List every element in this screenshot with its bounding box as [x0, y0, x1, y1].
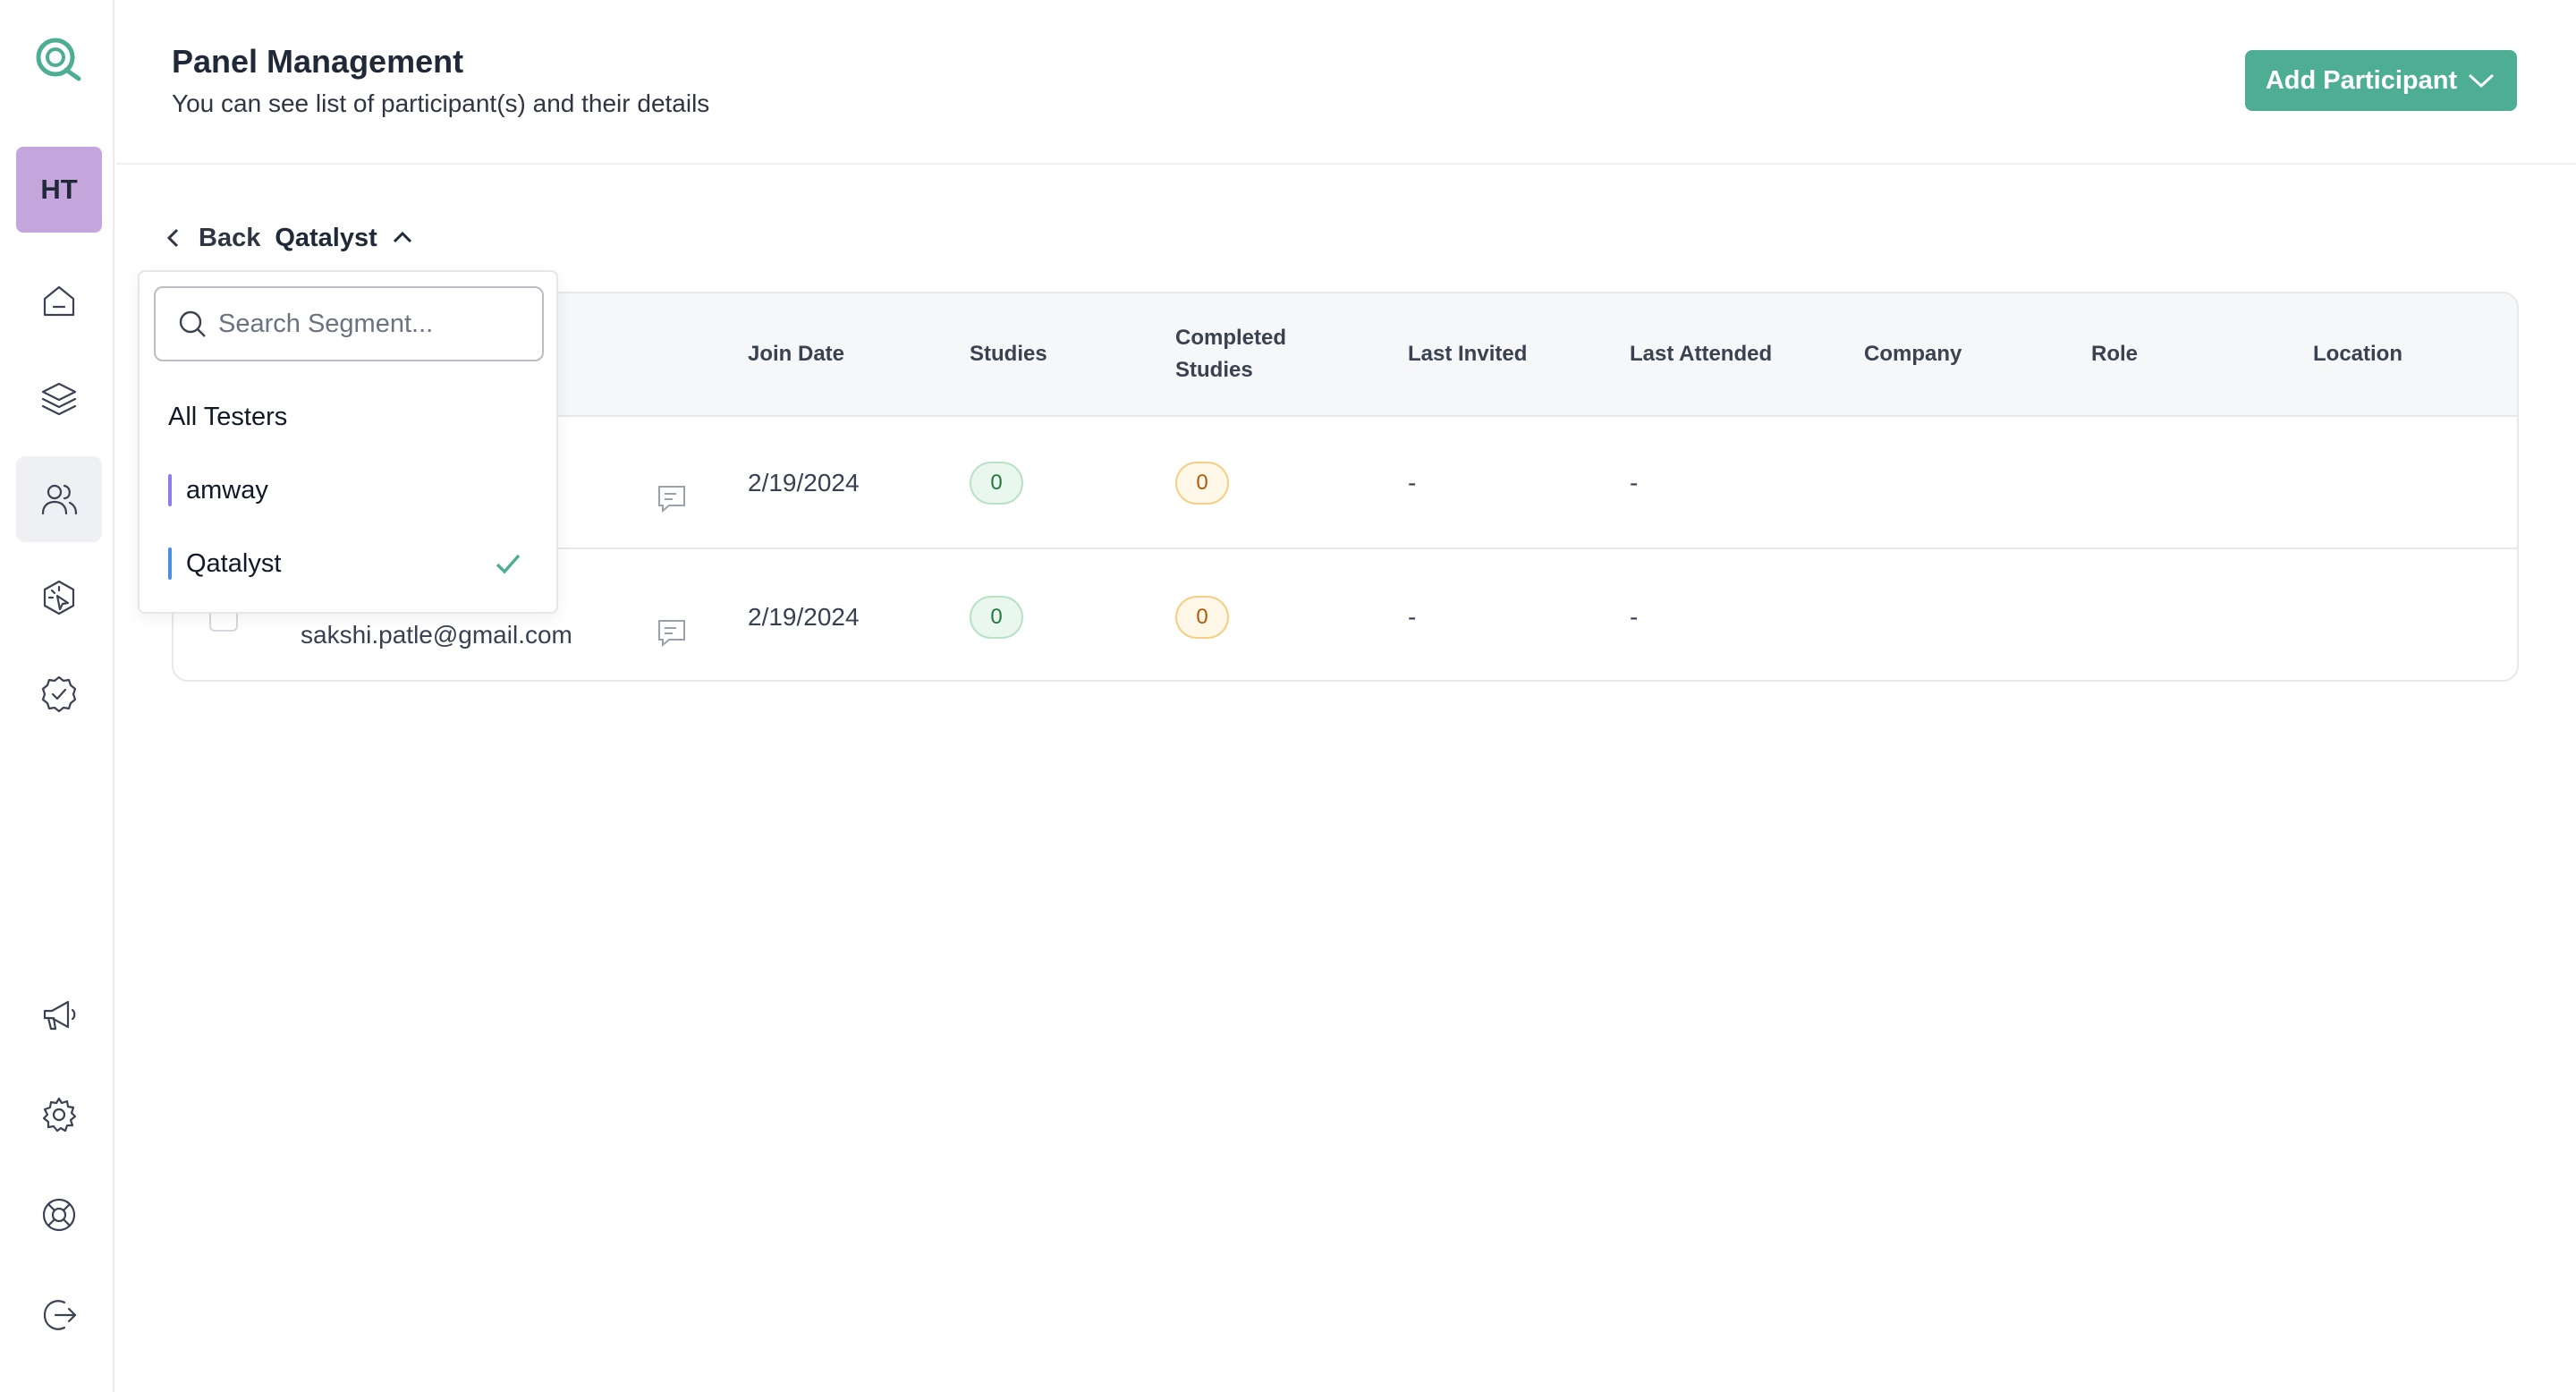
app-logo-icon[interactable]	[32, 34, 82, 84]
check-icon	[492, 547, 524, 580]
add-participant-label: Add Participant	[2265, 65, 2458, 95]
segment-option-amway[interactable]: amway	[140, 454, 556, 526]
sidebar-item-help[interactable]	[16, 1172, 102, 1258]
chevron-down-icon	[2469, 73, 2495, 89]
col-last-invited[interactable]: Last Invited	[1408, 338, 1527, 370]
col-location[interactable]: Location	[2313, 338, 2402, 370]
sidebar: HT	[0, 0, 114, 1392]
col-company[interactable]: Company	[1864, 338, 1962, 370]
back-label: Back	[199, 223, 261, 252]
home-icon	[43, 285, 75, 317]
segment-option-label: All Testers	[168, 402, 288, 431]
segment-option-label: amway	[186, 475, 268, 505]
sidebar-item-announcements[interactable]	[16, 972, 102, 1057]
last-invited: -	[1408, 469, 1417, 497]
logout-icon	[43, 1300, 77, 1330]
segment-label: Qatalyst	[275, 223, 377, 252]
col-last-attended[interactable]: Last Attended	[1630, 338, 1772, 370]
segment-search-input[interactable]	[218, 309, 540, 339]
add-participant-button[interactable]: Add Participant	[2245, 50, 2517, 111]
sidebar-item-verified[interactable]	[16, 651, 102, 737]
page-header: Panel Management You can see list of par…	[116, 0, 2576, 165]
studies-badge: 0	[970, 462, 1023, 505]
completed-studies-badge: 0	[1175, 462, 1229, 505]
col-join-date[interactable]: Join Date	[748, 338, 844, 370]
search-icon	[179, 310, 206, 337]
col-studies[interactable]: Studies	[970, 338, 1047, 370]
chevron-left-icon	[166, 228, 179, 248]
last-attended: -	[1630, 469, 1639, 497]
segment-dropdown-toggle[interactable]: Qatalyst	[275, 224, 414, 253]
join-date: 2/19/2024	[748, 469, 860, 497]
sidebar-item-participants[interactable]	[16, 456, 102, 542]
back-link[interactable]: Back	[161, 224, 260, 253]
segment-option-all-testers[interactable]: All Testers	[140, 381, 556, 453]
segment-search[interactable]	[154, 286, 544, 361]
sidebar-item-logout[interactable]	[16, 1272, 102, 1358]
completed-studies-badge: 0	[1175, 596, 1229, 639]
col-completed-line2: Studies	[1175, 358, 1253, 382]
col-completed-line1: Completed	[1175, 326, 1287, 350]
users-icon	[41, 484, 78, 515]
segment-option-qatalyst[interactable]: Qatalyst	[140, 528, 556, 599]
sidebar-item-settings[interactable]	[16, 1072, 102, 1158]
last-invited: -	[1408, 603, 1417, 631]
gear-icon	[42, 1097, 77, 1133]
target-click-icon	[43, 580, 75, 615]
segment-color-bar	[168, 474, 172, 506]
avatar[interactable]: HT	[16, 147, 102, 233]
comment-icon[interactable]	[655, 481, 689, 515]
megaphone-icon	[43, 1000, 76, 1031]
sidebar-item-testing[interactable]	[16, 555, 102, 641]
studies-badge: 0	[970, 596, 1023, 639]
sidebar-item-studies[interactable]	[16, 356, 102, 442]
col-role[interactable]: Role	[2091, 338, 2138, 370]
layers-icon	[41, 382, 77, 416]
segment-color-bar	[168, 547, 172, 580]
col-completed-studies[interactable]: Completed Studies	[1175, 322, 1286, 386]
sidebar-item-home[interactable]	[16, 258, 102, 344]
comment-icon[interactable]	[655, 615, 689, 649]
lifebuoy-icon	[42, 1198, 76, 1232]
segment-option-label: Qatalyst	[186, 548, 282, 578]
last-attended: -	[1630, 603, 1639, 631]
page-title: Panel Management	[172, 43, 464, 80]
page-subtitle: You can see list of participant(s) and t…	[172, 89, 710, 117]
segment-dropdown: All Testers amway Qatalyst	[138, 270, 558, 614]
badge-check-icon	[41, 675, 77, 713]
segment-nav: Back Qatalyst	[161, 220, 415, 256]
chevron-up-icon	[393, 231, 411, 243]
join-date: 2/19/2024	[748, 603, 860, 631]
participant-email[interactable]: sakshi.patle@gmail.com	[301, 621, 572, 649]
